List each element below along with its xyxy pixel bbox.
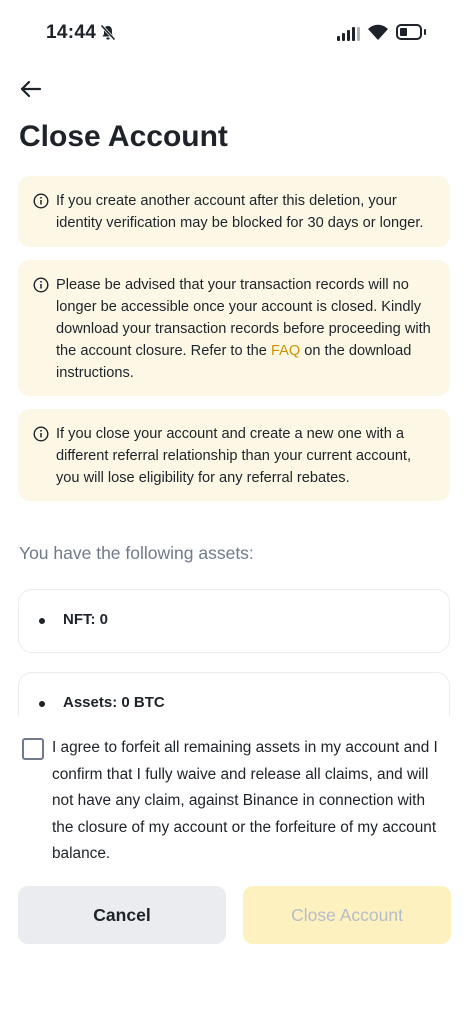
asset-label: Assets: 0 BTC <box>63 694 165 711</box>
assets-heading: You have the following assets: <box>19 543 254 563</box>
signal-icon <box>337 27 360 41</box>
close-account-button[interactable]: Close Account <box>243 886 451 944</box>
bullet <box>39 701 45 707</box>
agree-checkbox[interactable] <box>22 738 44 760</box>
notice-referral-rebates: If you close your account and create a n… <box>18 409 450 501</box>
notice-text: If you create another account after this… <box>56 193 424 231</box>
cancel-button[interactable]: Cancel <box>18 886 226 944</box>
battery-icon <box>396 24 422 40</box>
info-icon <box>33 277 49 293</box>
status-time: 14:44 <box>46 22 97 43</box>
asset-card-nft: NFT: 0 <box>18 589 450 653</box>
agreement-text: I agree to forfeit all remaining assets … <box>52 739 438 863</box>
page-title: Close Account <box>19 120 228 153</box>
status-bar: 14:44 <box>0 0 468 64</box>
bullet <box>39 618 45 624</box>
notice-text: If you close your account and create a n… <box>56 426 412 486</box>
notice-identity-verification: If you create another account after this… <box>18 176 450 247</box>
asset-label: NFT: 0 <box>63 611 108 628</box>
info-icon <box>33 426 49 442</box>
battery-tip <box>424 29 426 35</box>
back-arrow-icon[interactable] <box>18 76 44 102</box>
info-icon <box>33 193 49 209</box>
notice-transaction-records: Please be advised that your transaction … <box>18 260 450 396</box>
bell-off-icon <box>100 24 116 41</box>
wifi-icon <box>368 24 388 40</box>
faq-link[interactable]: FAQ <box>271 343 300 359</box>
